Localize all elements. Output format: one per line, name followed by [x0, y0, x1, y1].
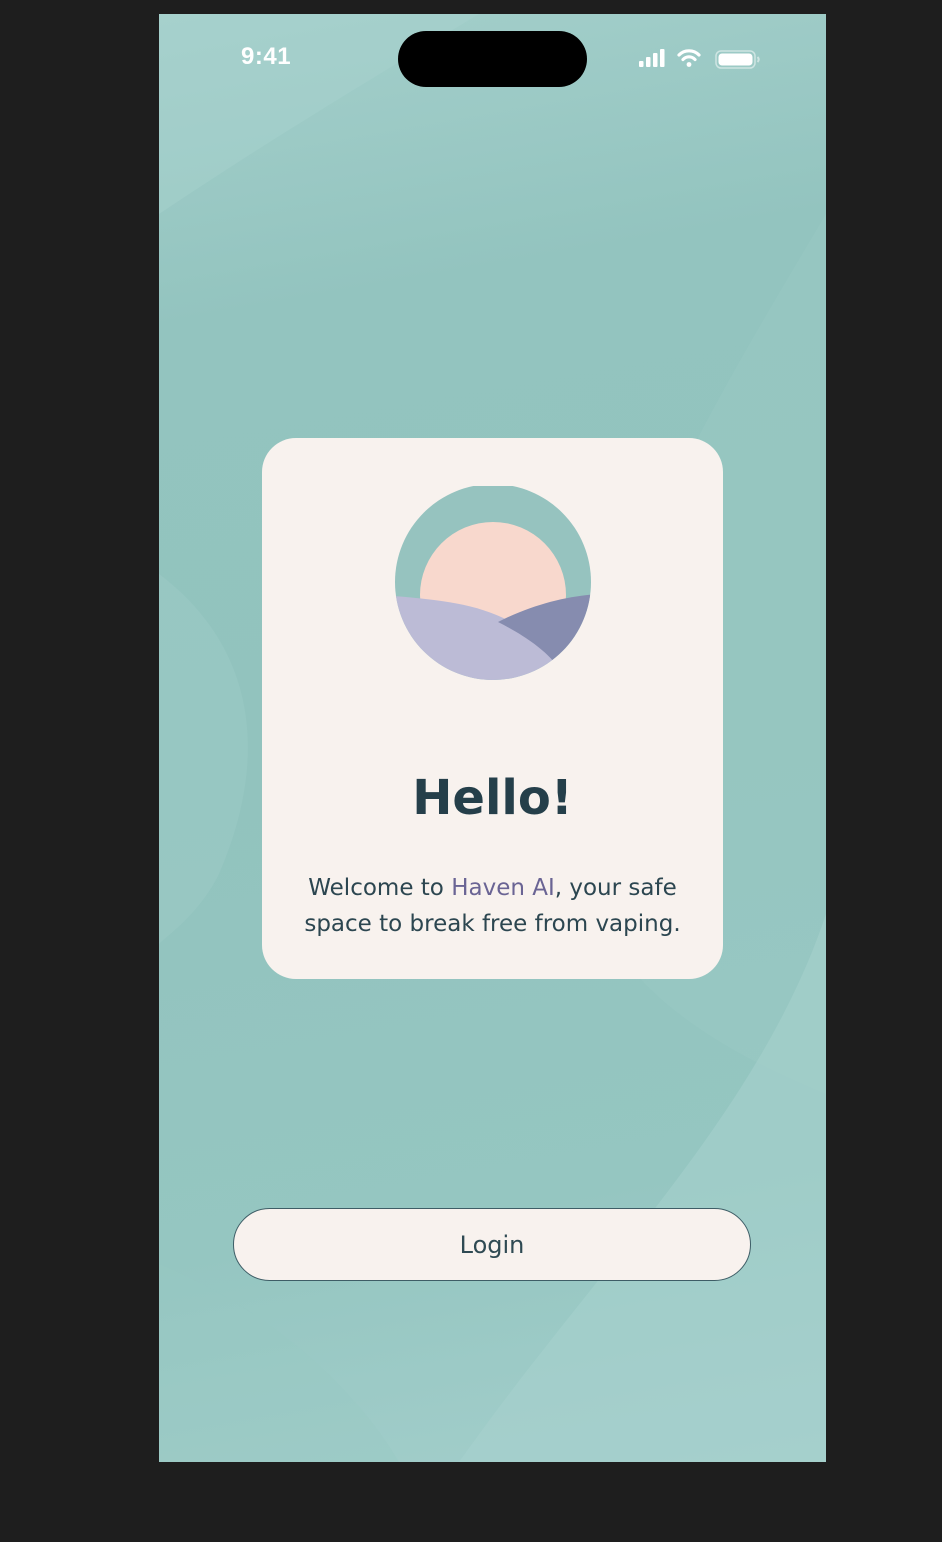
page-title: Hello! [412, 770, 573, 826]
welcome-message: Welcome to Haven AI, your safe space to … [282, 870, 703, 942]
status-time: 9:41 [241, 43, 292, 70]
dynamic-island [398, 31, 587, 87]
status-bar: 9:41 [159, 14, 826, 104]
phone-screen: 9:41 Hello! Welcome to Haven AI, your sa… [159, 14, 826, 1462]
login-button[interactable]: Login [233, 1208, 751, 1281]
status-icons [639, 49, 760, 69]
welcome-prefix: Welcome to [308, 875, 452, 901]
brand-name: Haven AI [451, 875, 555, 901]
cellular-signal-icon [639, 49, 665, 67]
battery-icon [715, 50, 760, 69]
welcome-card: Hello! Welcome to Haven AI, your safe sp… [262, 438, 723, 979]
haven-sunrise-logo-icon [395, 486, 591, 680]
wifi-icon [677, 49, 701, 67]
